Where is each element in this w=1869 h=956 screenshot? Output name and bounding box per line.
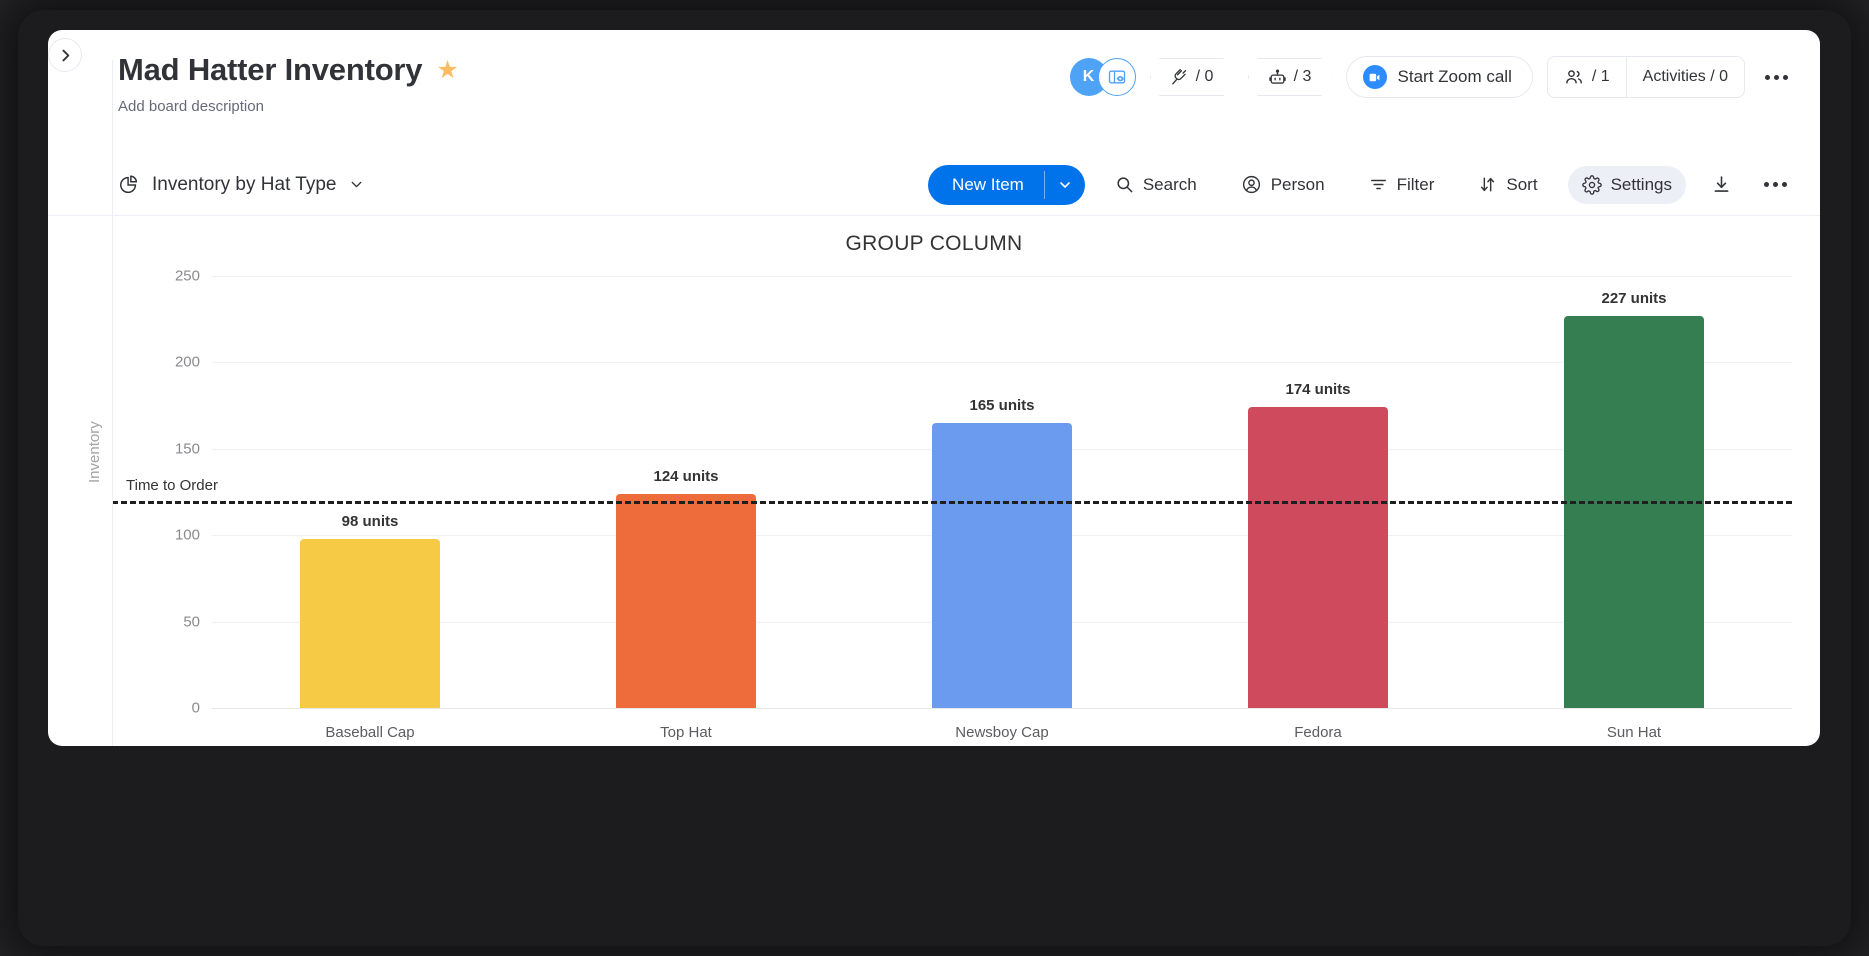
search-icon	[1115, 175, 1134, 194]
more-options-icon[interactable]	[1758, 182, 1793, 187]
bar-value-label: 124 units	[653, 468, 718, 485]
plug-icon	[1170, 68, 1189, 87]
chart-title: GROUP COLUMN	[48, 216, 1820, 256]
sort-icon	[1478, 175, 1497, 194]
chart-plot-area: Inventory 0 50 100 150 200 250 98 units Basebal…	[48, 268, 1820, 738]
header-actions: K /	[1070, 56, 1794, 98]
bar-value-label: 174 units	[1285, 381, 1350, 398]
y-axis-tick: 50	[128, 613, 200, 630]
board-description-placeholder[interactable]: Add board description	[118, 98, 1794, 115]
board-members-button[interactable]: / 1	[1548, 57, 1626, 97]
x-axis-line	[212, 708, 1792, 709]
board-window: Mad Hatter Inventory ★ Add board descrip…	[48, 30, 1820, 746]
threshold-label: Time to Order	[126, 477, 218, 494]
dot	[1783, 75, 1788, 80]
search-label: Search	[1143, 175, 1197, 195]
new-item-label: New Item	[928, 165, 1044, 205]
bar-value-label: 98 units	[342, 513, 399, 530]
download-icon	[1711, 174, 1732, 195]
y-axis-tick: 150	[128, 440, 200, 457]
new-item-dropdown-toggle[interactable]	[1045, 165, 1085, 205]
person-label: Person	[1271, 175, 1325, 195]
filter-label: Filter	[1397, 175, 1435, 195]
x-axis-category-label: Baseball Cap	[325, 724, 414, 741]
zoom-video-icon	[1363, 65, 1387, 89]
avatar-group: K	[1070, 58, 1136, 96]
y-axis-tick: 250	[128, 268, 200, 285]
avatar-initial: K	[1083, 68, 1095, 86]
board-more-options-button[interactable]	[1759, 75, 1794, 80]
automations-button[interactable]: / 3	[1248, 58, 1332, 96]
filter-icon	[1369, 175, 1388, 194]
sidebar-expand-button[interactable]	[48, 38, 82, 72]
integrations-count: / 0	[1196, 68, 1214, 86]
chart-bar[interactable]	[1248, 407, 1387, 708]
person-icon	[1241, 174, 1262, 195]
board-viewers-icon[interactable]	[1098, 58, 1136, 96]
board-toolbar: Inventory by Hat Type New Item	[48, 154, 1820, 216]
view-name: Inventory by Hat Type	[152, 174, 336, 196]
activities-label: Activities / 0	[1643, 68, 1728, 86]
dot	[1774, 75, 1779, 80]
view-more-options-button[interactable]	[1756, 166, 1794, 204]
chevron-down-icon	[1057, 177, 1073, 193]
sort-label: Sort	[1506, 175, 1537, 195]
start-zoom-call-button[interactable]: Start Zoom call	[1346, 56, 1533, 98]
person-filter-button[interactable]: Person	[1227, 166, 1339, 204]
board-header: Mad Hatter Inventory ★ Add board descrip…	[48, 30, 1820, 154]
chevron-down-icon	[348, 176, 365, 193]
chart-bar[interactable]	[300, 539, 439, 708]
activities-button[interactable]: Activities / 0	[1627, 57, 1744, 97]
y-axis-tick: 200	[128, 354, 200, 371]
gear-icon	[1582, 175, 1602, 195]
y-axis-tick: 0	[128, 700, 200, 717]
x-axis-category-label: Newsboy Cap	[955, 724, 1048, 741]
chart-bar[interactable]	[932, 423, 1071, 708]
integrations-button[interactable]: / 0	[1150, 58, 1234, 96]
bar-value-label: 227 units	[1601, 290, 1666, 307]
robot-icon	[1268, 68, 1287, 87]
x-axis-category-label: Top Hat	[660, 724, 712, 741]
x-axis-category-label: Fedora	[1294, 724, 1342, 741]
people-icon	[1564, 67, 1584, 87]
view-selector[interactable]: Inventory by Hat Type	[118, 174, 365, 196]
search-button[interactable]: Search	[1101, 166, 1211, 204]
x-axis-category-label: Sun Hat	[1607, 724, 1661, 741]
gridline	[212, 362, 1792, 363]
chart-bar[interactable]	[1564, 316, 1703, 708]
dot	[1782, 182, 1787, 187]
chart-container: GROUP COLUMN Inventory 0 50 100 150 200 250 98…	[48, 216, 1820, 746]
y-axis-tick: 100	[128, 527, 200, 544]
dot	[1764, 182, 1769, 187]
members-activities-group: / 1 Activities / 0	[1547, 56, 1745, 98]
screen: Mad Hatter Inventory ★ Add board descrip…	[0, 0, 1869, 956]
sort-button[interactable]: Sort	[1464, 166, 1551, 204]
pie-chart-icon	[118, 174, 140, 196]
page-title: Mad Hatter Inventory	[118, 52, 422, 88]
chart-bar[interactable]	[616, 494, 755, 708]
toolbar-actions: New Item Search	[928, 165, 1794, 205]
gridline	[212, 276, 1792, 277]
download-button[interactable]	[1702, 166, 1740, 204]
dot	[1773, 182, 1778, 187]
settings-button[interactable]: Settings	[1568, 166, 1686, 204]
settings-label: Settings	[1611, 175, 1672, 195]
board-members-count: / 1	[1592, 68, 1610, 86]
filter-button[interactable]: Filter	[1355, 166, 1449, 204]
y-axis-label: Inventory	[86, 421, 103, 483]
chevron-right-icon	[57, 47, 74, 64]
dot	[1765, 75, 1770, 80]
new-item-button[interactable]: New Item	[928, 165, 1085, 205]
threshold-line	[112, 501, 1792, 504]
favorite-star-icon[interactable]: ★	[436, 58, 458, 83]
automations-count: / 3	[1294, 68, 1312, 86]
bar-value-label: 165 units	[969, 397, 1034, 414]
start-zoom-call-label: Start Zoom call	[1398, 67, 1512, 87]
sidebar-divider	[112, 60, 113, 746]
